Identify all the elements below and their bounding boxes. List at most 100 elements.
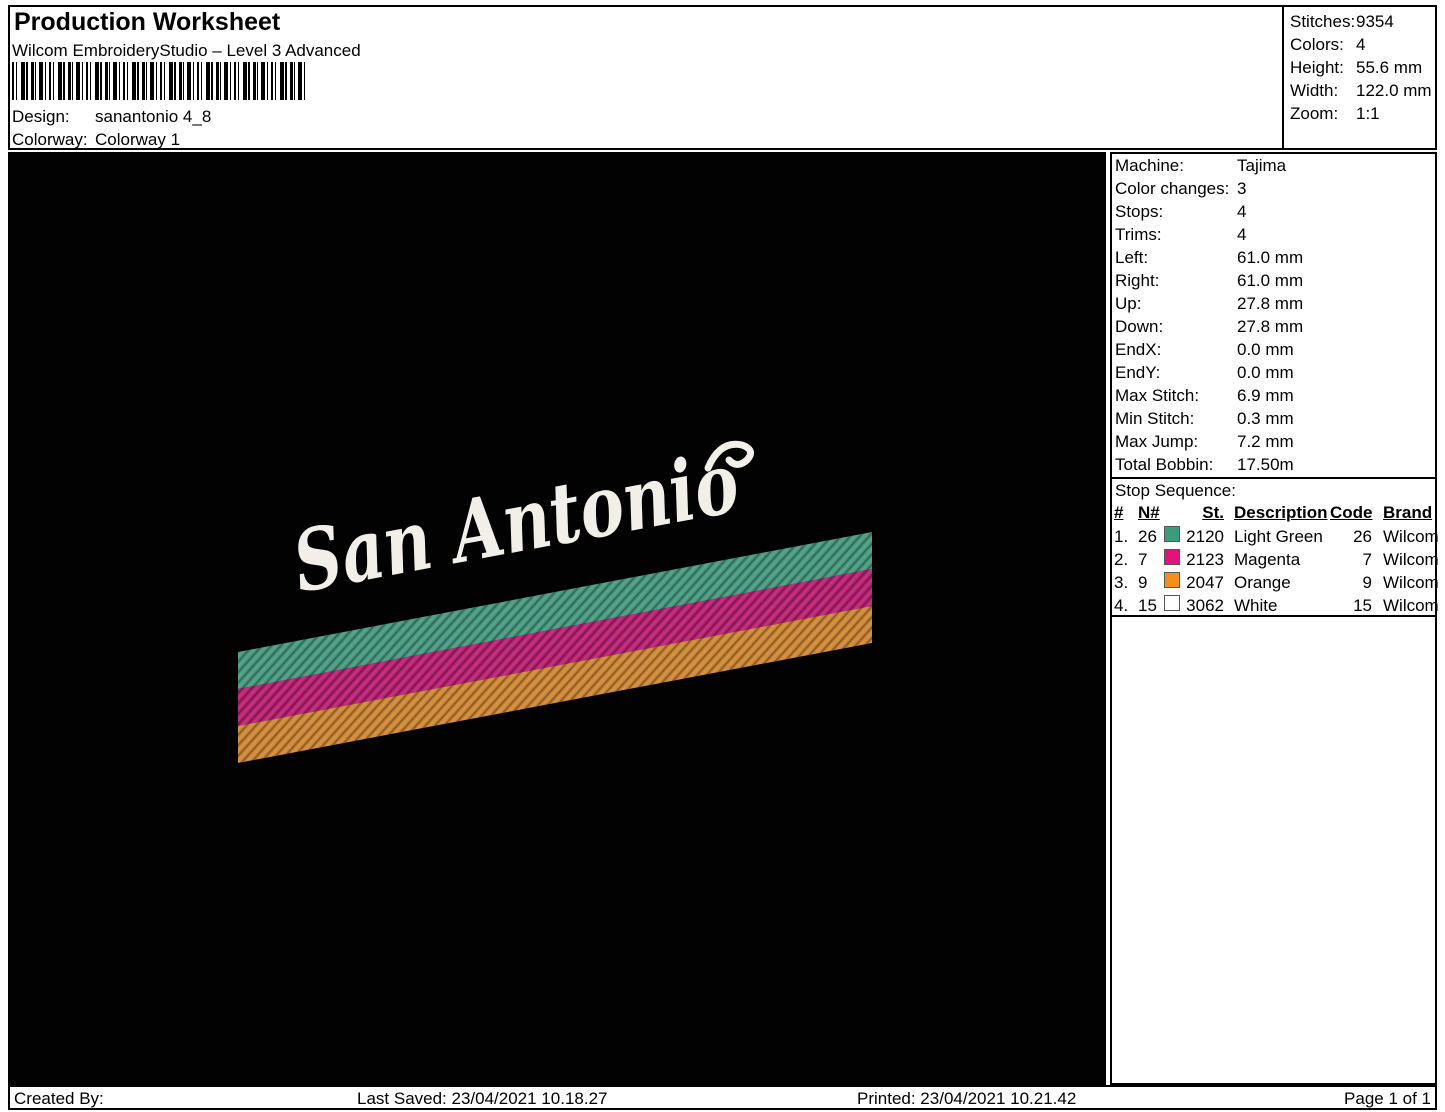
stat-label: Stitches: (1290, 10, 1356, 33)
stop-st: 2123 (1186, 548, 1226, 571)
stop-num: 4. (1114, 594, 1138, 617)
summary-stats: Stitches: 9354 Colors: 4 Height: 55.6 mm… (1290, 10, 1432, 125)
stop-sequence-table: # N# St. Description Code Brand 1. 26 21… (1114, 501, 1434, 616)
col-header-code: Code (1330, 503, 1373, 522)
stop-description: Orange (1226, 571, 1330, 594)
machine-value: 4 (1237, 223, 1246, 246)
machine-row: Max Stitch:6.9 mm (1115, 384, 1303, 407)
machine-value: Tajima (1237, 154, 1286, 177)
machine-label: EndY: (1115, 361, 1237, 384)
machine-value: 0.3 mm (1237, 407, 1294, 430)
machine-value: 6.9 mm (1237, 384, 1294, 407)
machine-value: 17.50m (1237, 453, 1294, 476)
stop-description: Magenta (1226, 548, 1330, 571)
col-header-num: # (1114, 503, 1123, 522)
machine-row: Trims:4 (1115, 223, 1303, 246)
machine-value: 27.8 mm (1237, 315, 1303, 338)
stop-sequence-row: 4. 15 3062 White 15 Wilcom (1114, 593, 1434, 616)
machine-row: Left:61.0 mm (1115, 246, 1303, 269)
colorway-row: Colorway: Colorway 1 (12, 128, 211, 151)
created-by-label: Created By: (14, 1088, 104, 1109)
thread-swatch-orange (1164, 572, 1180, 588)
stop-num: 3. (1114, 571, 1138, 594)
stop-sequence-title: Stop Sequence: (1115, 479, 1236, 502)
stop-sequence-row: 2. 7 2123 Magenta 7 Wilcom (1114, 547, 1434, 570)
machine-label: Max Stitch: (1115, 384, 1237, 407)
stop-code: 7 (1330, 548, 1376, 571)
stop-brand: Wilcom (1376, 525, 1434, 548)
machine-value: 0.0 mm (1237, 361, 1294, 384)
stop-num: 2. (1114, 548, 1138, 571)
thread-swatch-magenta (1164, 549, 1180, 565)
design-label: Design: (12, 105, 95, 128)
stat-label: Height: (1290, 56, 1356, 79)
machine-value: 4 (1237, 200, 1246, 223)
thread-swatch-white (1164, 595, 1180, 611)
machine-label: Right: (1115, 269, 1237, 292)
machine-label: Color changes: (1115, 177, 1237, 200)
machine-row: Up:27.8 mm (1115, 292, 1303, 315)
stat-value: 4 (1356, 33, 1365, 56)
stop-needle: 15 (1138, 594, 1164, 617)
page-title: Production Worksheet (14, 8, 280, 37)
app-subtitle: Wilcom EmbroideryStudio – Level 3 Advanc… (12, 41, 361, 61)
stop-description: Light Green (1226, 525, 1330, 548)
machine-value: 61.0 mm (1237, 246, 1303, 269)
barcode (12, 62, 305, 100)
machine-label: EndX: (1115, 338, 1237, 361)
stop-brand: Wilcom (1376, 571, 1434, 594)
stop-sequence-row: 3. 9 2047 Orange 9 Wilcom (1114, 570, 1434, 593)
machine-label: Min Stitch: (1115, 407, 1237, 430)
machine-label: Machine: (1115, 154, 1237, 177)
last-saved-text: Last Saved: 23/04/2021 10.18.27 (357, 1088, 607, 1109)
stop-sequence-header-row: # N# St. Description Code Brand (1114, 501, 1434, 524)
stop-needle: 9 (1138, 571, 1164, 594)
col-header-description: Description (1234, 503, 1328, 522)
stat-value: 9354 (1356, 10, 1394, 33)
machine-row: EndX:0.0 mm (1115, 338, 1303, 361)
stop-st: 2120 (1186, 525, 1226, 548)
stop-needle: 26 (1138, 525, 1164, 548)
stat-stitches: Stitches: 9354 (1290, 10, 1432, 33)
machine-label: Down: (1115, 315, 1237, 338)
stop-st: 3062 (1186, 594, 1226, 617)
footer-bar: Created By: Last Saved: 23/04/2021 10.18… (8, 1085, 1437, 1110)
machine-value: 3 (1237, 177, 1246, 200)
machine-row: Max Jump:7.2 mm (1115, 430, 1303, 453)
machine-row: Total Bobbin:17.50m (1115, 453, 1303, 476)
stat-height: Height: 55.6 mm (1290, 56, 1432, 79)
stop-num: 1. (1114, 525, 1138, 548)
stat-label: Zoom: (1290, 102, 1356, 125)
thread-swatch-light-green (1164, 526, 1180, 542)
stop-description: White (1226, 594, 1330, 617)
machine-label: Total Bobbin: (1115, 453, 1237, 476)
embroidery-design: San Antonio (8, 152, 1106, 1085)
stop-brand: Wilcom (1376, 594, 1434, 617)
machine-label: Max Jump: (1115, 430, 1237, 453)
stop-st: 2047 (1186, 571, 1226, 594)
machine-info: Machine:Tajima Color changes:3 Stops:4 T… (1115, 154, 1303, 476)
stat-value: 1:1 (1356, 102, 1380, 125)
header-divider (1282, 5, 1284, 150)
stat-zoom: Zoom: 1:1 (1290, 102, 1432, 125)
stop-code: 26 (1330, 525, 1376, 548)
stop-code: 15 (1330, 594, 1376, 617)
col-header-st: St. (1202, 503, 1224, 522)
stat-value: 55.6 mm (1356, 56, 1422, 79)
stop-sequence-row: 1. 26 2120 Light Green 26 Wilcom (1114, 524, 1434, 547)
machine-row: Machine:Tajima (1115, 154, 1303, 177)
stat-label: Colors: (1290, 33, 1356, 56)
machine-value: 0.0 mm (1237, 338, 1294, 361)
colorway-value: Colorway 1 (95, 128, 180, 151)
machine-row: Stops:4 (1115, 200, 1303, 223)
page-number: Page 1 of 1 (1344, 1088, 1431, 1109)
design-canvas: San Antonio (8, 152, 1106, 1085)
design-value: sanantonio 4_8 (95, 105, 211, 128)
machine-label: Left: (1115, 246, 1237, 269)
stop-needle: 7 (1138, 548, 1164, 571)
design-info: Design: sanantonio 4_8 Colorway: Colorwa… (12, 105, 211, 151)
machine-label: Trims: (1115, 223, 1237, 246)
machine-row: Right:61.0 mm (1115, 269, 1303, 292)
col-header-brand: Brand (1383, 503, 1432, 522)
design-row: Design: sanantonio 4_8 (12, 105, 211, 128)
